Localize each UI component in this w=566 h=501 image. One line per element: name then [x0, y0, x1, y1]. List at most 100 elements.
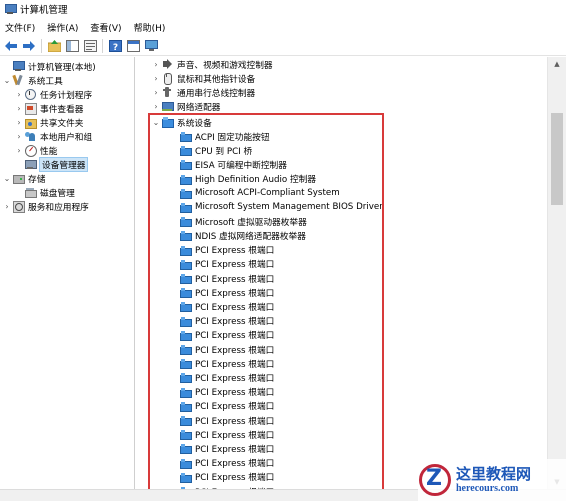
device-category-sound[interactable]: › 声音、视频和游戏控制器: [151, 57, 272, 71]
chevron-right-icon[interactable]: ›: [151, 57, 161, 71]
device-item[interactable]: NDIS 虚拟网络适配器枚举器: [179, 228, 306, 242]
device-category-mouse[interactable]: › 鼠标和其他指针设备: [151, 71, 255, 85]
chevron-right-icon[interactable]: ›: [151, 71, 161, 85]
chevron-right-icon[interactable]: ›: [14, 143, 24, 157]
svg-text:?: ?: [112, 43, 117, 52]
category-label: 通用串行总线控制器: [177, 88, 256, 99]
tree-item-label: 共享文件夹: [40, 118, 84, 129]
device-label: PCI Express 根端口: [195, 274, 275, 285]
chevron-right-icon[interactable]: ›: [151, 99, 161, 113]
properties-button[interactable]: [83, 39, 97, 53]
chevron-right-icon[interactable]: ›: [14, 129, 24, 143]
device-icon: [179, 272, 192, 284]
device-item[interactable]: PCI Express 根端口: [179, 342, 274, 356]
device-item[interactable]: PCI Express 根端口: [179, 413, 274, 427]
device-item[interactable]: High Definition Audio 控制器: [179, 172, 316, 186]
device-item[interactable]: PCI Express 根端口: [179, 271, 274, 285]
device-label: Microsoft System Management BIOS Driver: [195, 202, 383, 212]
device-category-network[interactable]: › 网络适配器: [151, 99, 220, 113]
tree-item-label: 服务和应用程序: [28, 202, 89, 213]
device-icon: [179, 215, 192, 228]
device-item[interactable]: PCI Express 根端口: [179, 470, 274, 484]
device-icon: [179, 144, 192, 157]
menu-view[interactable]: 查看(V): [85, 21, 128, 34]
device-item[interactable]: PCI Express 根端口: [179, 370, 274, 384]
device-item[interactable]: ACPI 固定功能按钮: [179, 129, 270, 143]
device-item[interactable]: Microsoft ACPI-Compliant System: [179, 186, 340, 200]
chevron-down-icon[interactable]: ⌄: [2, 73, 12, 87]
tree-item-label: 性能: [40, 146, 58, 157]
tree-item-shared-folders[interactable]: › 共享文件夹: [14, 115, 83, 129]
view-button[interactable]: [126, 39, 140, 53]
tree-item-performance[interactable]: › 性能: [14, 143, 57, 157]
chevron-right-icon[interactable]: ›: [2, 199, 12, 213]
device-icon: [179, 187, 192, 199]
device-item[interactable]: EISA 可编程中断控制器: [179, 157, 287, 171]
tree-item-local-users[interactable]: › 本地用户和组: [14, 129, 92, 143]
device-label: PCI Express 根端口: [195, 246, 275, 257]
up-level-button[interactable]: [47, 39, 61, 53]
device-item[interactable]: PCI Express 根端口: [179, 299, 274, 313]
vertical-scrollbar[interactable]: ▲ ▼: [547, 57, 566, 489]
chevron-down-icon[interactable]: ⌄: [2, 171, 12, 185]
menu-file[interactable]: 文件(F): [0, 21, 42, 34]
menu-action[interactable]: 操作(A): [42, 21, 85, 34]
device-item[interactable]: PCI Express 根端口: [179, 314, 274, 328]
chevron-right-icon[interactable]: ›: [14, 101, 24, 115]
device-icon: [179, 258, 192, 270]
device-item[interactable]: PCI Express 根端口: [179, 257, 274, 271]
performance-icon: [24, 144, 37, 157]
tree-item-system-tools[interactable]: ⌄ 系统工具: [2, 73, 63, 87]
device-icon: [179, 315, 192, 327]
watermark: Z 这里教程网 herecours.com: [418, 459, 566, 501]
back-button[interactable]: [4, 39, 18, 53]
device-item[interactable]: PCI Express 根端口: [179, 399, 274, 413]
chevron-right-icon[interactable]: ›: [151, 85, 161, 99]
tree-item-label: 磁盘管理: [40, 188, 75, 199]
expand-arrow-icon: [14, 157, 24, 171]
device-label: PCI Express 根端口: [195, 473, 275, 484]
device-icon: [179, 158, 192, 171]
tree-item-root[interactable]: 计算机管理(本地): [2, 59, 96, 73]
device-label: CPU 到 PCI 桥: [195, 146, 253, 157]
tree-item-task-scheduler[interactable]: › 任务计划程序: [14, 87, 92, 101]
device-item[interactable]: PCI Express 根端口: [179, 243, 274, 257]
monitor-button[interactable]: [144, 39, 158, 53]
tree-item-disk-management[interactable]: 磁盘管理: [14, 185, 75, 199]
show-hide-tree-button[interactable]: [65, 39, 79, 53]
scroll-thumb[interactable]: [551, 113, 563, 205]
device-item[interactable]: PCI Express 根端口: [179, 328, 274, 342]
menu-help[interactable]: 帮助(H): [129, 21, 173, 34]
device-item[interactable]: PCI Express 根端口: [179, 427, 274, 441]
device-item[interactable]: Microsoft System Management BIOS Driver: [179, 200, 383, 214]
device-category-system[interactable]: ⌄ 系统设备: [151, 115, 212, 129]
tree-item-event-viewer[interactable]: › 事件查看器: [14, 101, 83, 115]
event-viewer-icon: [24, 102, 37, 115]
mouse-icon: [161, 72, 173, 85]
tree-item-device-manager[interactable]: 设备管理器: [14, 156, 89, 172]
forward-button[interactable]: [22, 39, 36, 53]
device-label: PCI Express 根端口: [195, 331, 275, 342]
scroll-up-icon[interactable]: ▲: [548, 57, 566, 71]
device-item[interactable]: PCI Express 根端口: [179, 356, 274, 370]
device-label: PCI Express 根端口: [195, 459, 275, 470]
device-label: ACPI 固定功能按钮: [195, 132, 270, 143]
chevron-right-icon[interactable]: ›: [14, 87, 24, 101]
tree-item-storage[interactable]: ⌄ 存储: [2, 171, 46, 185]
device-icon: [179, 229, 192, 242]
device-icon: [179, 343, 192, 355]
device-icon: [179, 244, 192, 256]
device-item[interactable]: Microsoft 虚拟驱动器枚举器: [179, 214, 307, 228]
tree-item-services-apps[interactable]: › 服务和应用程序: [2, 199, 89, 213]
chevron-right-icon[interactable]: ›: [14, 115, 24, 129]
device-item[interactable]: CPU 到 PCI 桥: [179, 143, 252, 157]
device-item[interactable]: PCI Express 根端口: [179, 441, 274, 455]
help-button[interactable]: ?: [108, 39, 122, 53]
device-category-usb[interactable]: › 通用串行总线控制器: [151, 85, 255, 99]
device-item[interactable]: PCI Express 根端口: [179, 285, 274, 299]
chevron-down-icon[interactable]: ⌄: [151, 115, 161, 129]
device-item[interactable]: PCI Express 根端口: [179, 456, 274, 470]
clock-icon: [24, 88, 36, 100]
device-item[interactable]: PCI Express 根端口: [179, 385, 274, 399]
forward-arrow-icon: [23, 40, 35, 51]
